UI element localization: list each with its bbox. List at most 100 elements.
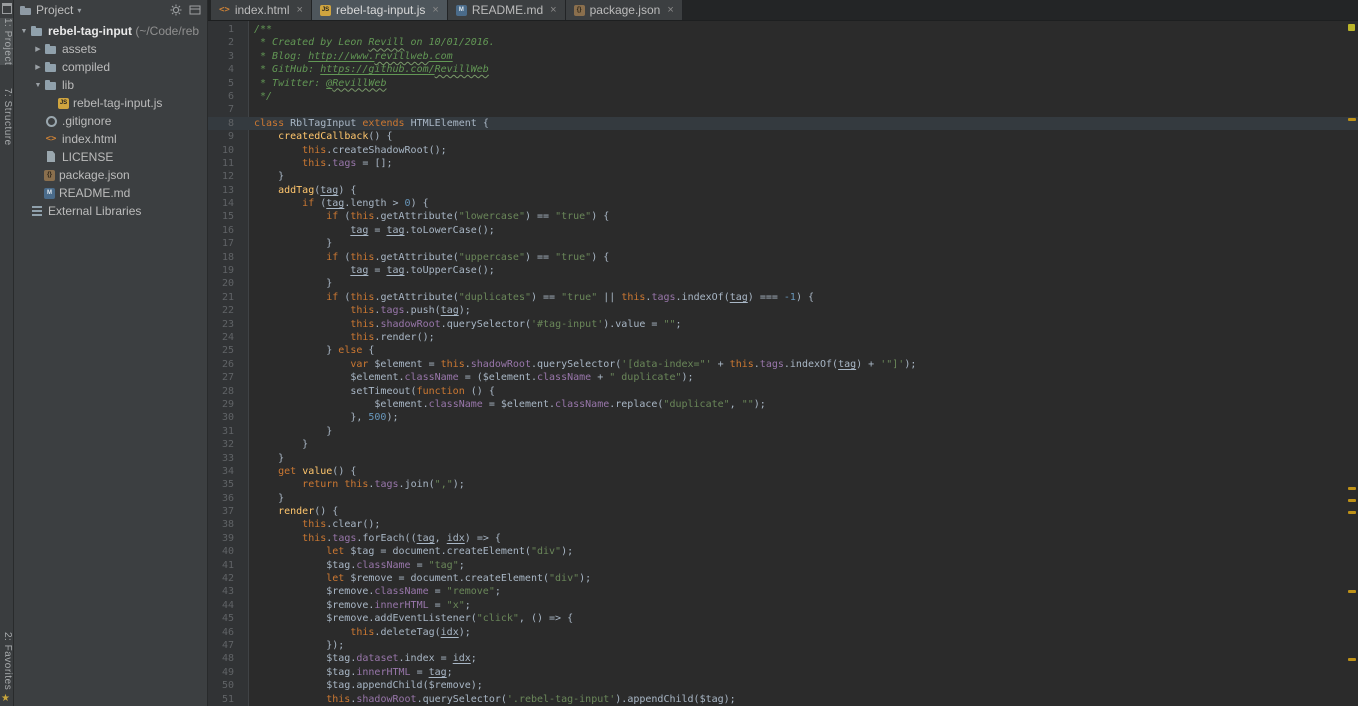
code-line[interactable]: 7 [208, 103, 1358, 116]
code-line[interactable]: 12 } [208, 170, 1358, 183]
warning-stripe-mark[interactable] [1348, 658, 1356, 661]
inspections-indicator-icon[interactable] [1348, 24, 1355, 31]
line-number[interactable]: 19 [208, 264, 248, 277]
code-line[interactable]: 15 if (this.getAttribute("lowercase") ==… [208, 210, 1358, 223]
line-number[interactable]: 40 [208, 545, 248, 558]
tree-caret-icon[interactable]: ▶ [32, 45, 44, 53]
code-line[interactable]: 44 $remove.innerHTML = "x"; [208, 599, 1358, 612]
line-number[interactable]: 43 [208, 585, 248, 598]
line-number[interactable]: 9 [208, 130, 248, 143]
code-line[interactable]: 20 } [208, 277, 1358, 290]
line-number[interactable]: 25 [208, 344, 248, 357]
code-line[interactable]: 17 } [208, 237, 1358, 250]
warning-stripe-mark[interactable] [1348, 487, 1356, 490]
line-number[interactable]: 21 [208, 291, 248, 304]
code-line[interactable]: 13 addTag(tag) { [208, 184, 1358, 197]
tree-item-External Libraries[interactable]: External Libraries [14, 202, 207, 220]
line-number[interactable]: 37 [208, 505, 248, 518]
tree-item-index.html[interactable]: <>index.html [14, 130, 207, 148]
code-line[interactable]: 10 this.createShadowRoot(); [208, 144, 1358, 157]
tree-caret-icon[interactable]: ▶ [32, 63, 44, 71]
editor-body[interactable]: 1/**2 * Created by Leon Revill on 10/01/… [208, 21, 1358, 706]
line-number[interactable]: 28 [208, 385, 248, 398]
warning-stripe-mark[interactable] [1348, 511, 1356, 514]
code-line[interactable]: 43 $remove.className = "remove"; [208, 585, 1358, 598]
code-line[interactable]: 3 * Blog: http://www.revillweb.com [208, 50, 1358, 63]
line-number[interactable]: 13 [208, 184, 248, 197]
code-line[interactable]: 38 this.clear(); [208, 518, 1358, 531]
line-number[interactable]: 30 [208, 411, 248, 424]
line-number[interactable]: 27 [208, 371, 248, 384]
tree-caret-icon[interactable]: ▼ [18, 28, 30, 35]
code-line[interactable]: 6 */ [208, 90, 1358, 103]
code-line[interactable]: 14 if (tag.length > 0) { [208, 197, 1358, 210]
line-number[interactable]: 20 [208, 277, 248, 290]
line-number[interactable]: 6 [208, 90, 248, 103]
tree-item-README.md[interactable]: MREADME.md [14, 184, 207, 202]
warning-stripe-mark[interactable] [1348, 590, 1356, 593]
code-line[interactable]: 47 }); [208, 639, 1358, 652]
code-line[interactable]: 11 this.tags = []; [208, 157, 1358, 170]
code-line[interactable]: 18 if (this.getAttribute("uppercase") ==… [208, 251, 1358, 264]
line-number[interactable]: 7 [208, 103, 248, 116]
line-number[interactable]: 29 [208, 398, 248, 411]
line-number[interactable]: 50 [208, 679, 248, 692]
line-number[interactable]: 1 [208, 23, 248, 36]
line-number[interactable]: 17 [208, 237, 248, 250]
line-number[interactable]: 2 [208, 36, 248, 49]
line-number[interactable]: 26 [208, 358, 248, 371]
tree-item-compiled[interactable]: ▶compiled [14, 58, 207, 76]
line-number[interactable]: 11 [208, 157, 248, 170]
line-number[interactable]: 44 [208, 599, 248, 612]
line-number[interactable]: 24 [208, 331, 248, 344]
line-number[interactable]: 36 [208, 492, 248, 505]
line-number[interactable]: 48 [208, 652, 248, 665]
line-number[interactable]: 8 [208, 117, 248, 130]
tool-button-project[interactable]: 1: Project [0, 18, 13, 65]
code-line[interactable]: 16 tag = tag.toLowerCase(); [208, 224, 1358, 237]
close-tab-icon[interactable]: × [432, 4, 438, 16]
line-number[interactable]: 15 [208, 210, 248, 223]
line-number[interactable]: 3 [208, 50, 248, 63]
code-line[interactable]: 31 } [208, 425, 1358, 438]
code-line[interactable]: 27 $element.className = ($element.classN… [208, 371, 1358, 384]
line-number[interactable]: 16 [208, 224, 248, 237]
line-number[interactable]: 46 [208, 626, 248, 639]
code-line[interactable]: 2 * Created by Leon Revill on 10/01/2016… [208, 36, 1358, 49]
code-line[interactable]: 40 let $tag = document.createElement("di… [208, 545, 1358, 558]
tree-item-assets[interactable]: ▶assets [14, 40, 207, 58]
code-line[interactable]: 39 this.tags.forEach((tag, idx) => { [208, 532, 1358, 545]
line-number[interactable]: 42 [208, 572, 248, 585]
tool-button-favorites[interactable]: 2: Favorites [0, 632, 13, 690]
code-line[interactable]: 42 let $remove = document.createElement(… [208, 572, 1358, 585]
tree-item-package.json[interactable]: {}package.json [14, 166, 207, 184]
code-line[interactable]: 28 setTimeout(function () { [208, 385, 1358, 398]
line-number[interactable]: 39 [208, 532, 248, 545]
code-line[interactable]: 8class RblTagInput extends HTMLElement { [208, 117, 1358, 130]
line-number[interactable]: 47 [208, 639, 248, 652]
close-tab-icon[interactable]: × [297, 4, 303, 16]
line-number[interactable]: 5 [208, 77, 248, 90]
project-panel-title[interactable]: Project [36, 3, 73, 17]
code-lines[interactable]: 1/**2 * Created by Leon Revill on 10/01/… [208, 23, 1358, 706]
code-line[interactable]: 21 if (this.getAttribute("duplicates") =… [208, 291, 1358, 304]
code-line[interactable]: 35 return this.tags.join(","); [208, 478, 1358, 491]
code-line[interactable]: 45 $remove.addEventListener("click", () … [208, 612, 1358, 625]
line-number[interactable]: 22 [208, 304, 248, 317]
code-line[interactable]: 29 $element.className = $element.classNa… [208, 398, 1358, 411]
code-line[interactable]: 1/** [208, 23, 1358, 36]
line-number[interactable]: 34 [208, 465, 248, 478]
line-number[interactable]: 31 [208, 425, 248, 438]
tree-item-rebel-tag-input[interactable]: ▼rebel-tag-input (~/Code/reb [14, 22, 207, 40]
code-line[interactable]: 22 this.tags.push(tag); [208, 304, 1358, 317]
code-line[interactable]: 51 this.shadowRoot.querySelector('.rebel… [208, 693, 1358, 706]
warning-stripe-mark[interactable] [1348, 499, 1356, 502]
code-line[interactable]: 41 $tag.className = "tag"; [208, 559, 1358, 572]
warning-stripe-mark[interactable] [1348, 118, 1356, 121]
code-line[interactable]: 48 $tag.dataset.index = idx; [208, 652, 1358, 665]
code-line[interactable]: 49 $tag.innerHTML = tag; [208, 666, 1358, 679]
code-line[interactable]: 24 this.render(); [208, 331, 1358, 344]
line-number[interactable]: 18 [208, 251, 248, 264]
code-line[interactable]: 23 this.shadowRoot.querySelector('#tag-i… [208, 318, 1358, 331]
tab-rebel-tag-input.js[interactable]: JSrebel-tag-input.js× [312, 0, 448, 20]
